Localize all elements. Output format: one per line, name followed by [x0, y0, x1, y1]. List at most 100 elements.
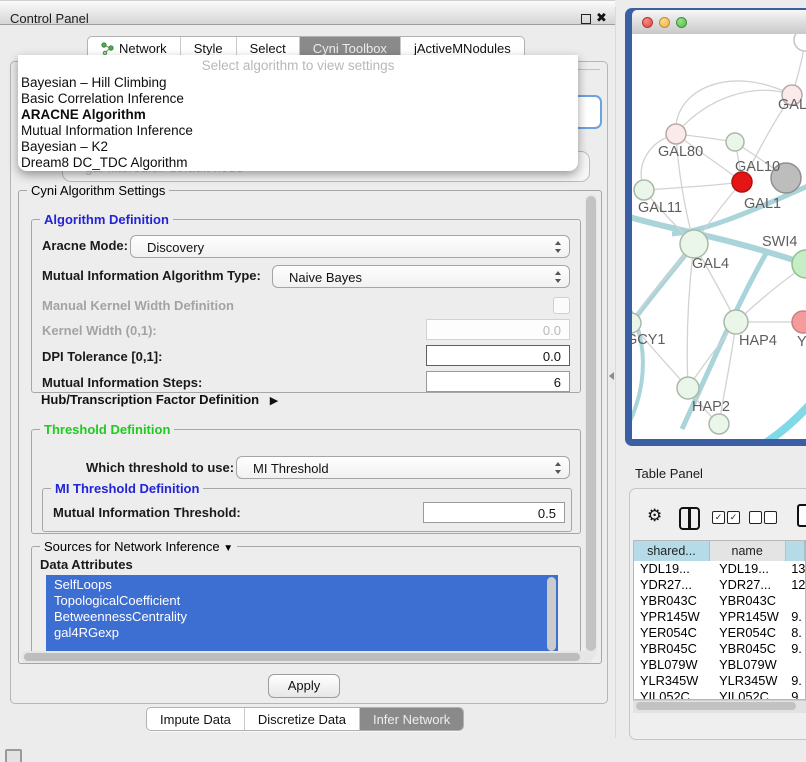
cell[interactable]: YBR043C	[711, 593, 788, 609]
mi-threshold-field[interactable]: 0.5	[423, 502, 565, 523]
network-window[interactable]: GAL80 GAL10 GAL1 GAL11 SWI4 GAL4 GCY1 HA…	[625, 8, 806, 446]
table-row[interactable]: YPR145WYPR145W9.	[634, 609, 805, 625]
cell[interactable]	[788, 657, 805, 673]
cell[interactable]: YPR145W	[711, 609, 788, 625]
attribute-item[interactable]: TopologicalCoefficient	[54, 593, 558, 609]
dpi-tolerance-label: DPI Tolerance [0,1]:	[42, 349, 162, 364]
apply-button[interactable]: Apply	[268, 674, 340, 698]
node[interactable]	[709, 414, 729, 434]
column-header-shared-name[interactable]: shared...	[634, 541, 710, 561]
dropdown-item[interactable]: Bayesian – K2	[18, 139, 578, 155]
unchecked-checkbox-icon[interactable]	[764, 511, 777, 524]
attribute-item[interactable]: gal4RGexp	[54, 625, 558, 641]
checked-checkbox-icon[interactable]: ✓	[712, 511, 725, 524]
minimize-traffic-light[interactable]	[659, 17, 670, 28]
tab-infer-network[interactable]: Infer Network	[359, 708, 463, 730]
attribute-item[interactable]: BetweennessCentrality	[54, 609, 558, 625]
mi-type-combo[interactable]: Naive Bayes	[272, 265, 570, 288]
splitter-arrow-icon[interactable]	[609, 372, 614, 380]
cell[interactable]: YDL19...	[711, 561, 788, 577]
cell[interactable]: 9.	[788, 609, 805, 625]
node-gal80[interactable]	[666, 124, 686, 144]
dpi-tolerance-field[interactable]: 0.0	[426, 345, 570, 366]
cell[interactable]: 9.	[788, 641, 805, 657]
table-row[interactable]: YDR27...YDR27...12	[634, 577, 805, 593]
dropdown-item-aracne[interactable]: ARACNE Algorithm	[18, 107, 578, 123]
column-header-partial[interactable]	[786, 541, 805, 561]
table-hscroll-thumb[interactable]	[636, 702, 796, 710]
table-row[interactable]: YDL19...YDL19...13	[634, 561, 805, 577]
table-row[interactable]: YER054CYER054C8.	[634, 625, 805, 641]
aracne-mode-combo[interactable]: Discovery	[130, 235, 570, 258]
cell[interactable]: YBR045C	[634, 641, 711, 657]
cell[interactable]: YBL079W	[711, 657, 788, 673]
table-row[interactable]: YBR045CYBR045C9.	[634, 641, 805, 657]
tab-select-label: Select	[250, 41, 286, 56]
network-window-titlebar[interactable]	[632, 10, 806, 35]
node-hap4[interactable]	[724, 310, 748, 334]
attributes-scrollbar-thumb[interactable]	[547, 577, 556, 651]
cell[interactable]: YER054C	[634, 625, 711, 641]
document-icon[interactable]	[797, 504, 806, 527]
cell[interactable]: 8.	[788, 625, 805, 641]
node-gal11[interactable]	[634, 180, 654, 200]
cell[interactable]: YBR045C	[711, 641, 788, 657]
cell[interactable]: YPR145W	[634, 609, 711, 625]
node-gal4[interactable]	[680, 230, 708, 258]
hub-expander[interactable]: Hub/Transcription Factor Definition ▶	[41, 392, 278, 407]
node-gal1[interactable]	[732, 172, 752, 192]
node-y-partial[interactable]	[792, 311, 806, 333]
tab-impute-data[interactable]: Impute Data	[147, 708, 244, 730]
minimized-panel-icon[interactable]	[5, 749, 22, 762]
close-traffic-light[interactable]	[642, 17, 653, 28]
close-icon[interactable]: ✖	[596, 10, 607, 26]
cell[interactable]: YDL19...	[634, 561, 711, 577]
algorithm-dropdown-list: Select algorithm to view settings Bayesi…	[18, 55, 578, 171]
cell[interactable]: YBR043C	[634, 593, 711, 609]
cell[interactable]: YDR27...	[711, 577, 788, 593]
cell[interactable]: YER054C	[711, 625, 788, 641]
gear-icon[interactable]: ⚙	[647, 506, 662, 526]
cell[interactable]: YBL079W	[634, 657, 711, 673]
cell[interactable]: YIL052C	[634, 689, 711, 700]
data-attributes-list[interactable]: SelfLoops TopologicalCoefficient Between…	[46, 575, 558, 655]
dropdown-item[interactable]: Dream8 DC_TDC Algorithm	[18, 155, 578, 171]
cell[interactable]	[788, 593, 805, 609]
zoom-traffic-light[interactable]	[676, 17, 687, 28]
table-row[interactable]: YBR043CYBR043C	[634, 593, 805, 609]
threshold-definition-group: Threshold Definition Which threshold to …	[31, 429, 581, 534]
mi-threshold-group: MI Threshold Definition Mutual Informati…	[42, 488, 572, 532]
table-row[interactable]: YLR345WYLR345W9.	[634, 673, 805, 689]
node-label: HAP2	[692, 399, 730, 415]
cell[interactable]: 13	[788, 561, 805, 577]
table-row[interactable]: YIL052CYIL052C9	[634, 689, 805, 700]
dropdown-item[interactable]: Basic Correlation Inference	[18, 91, 578, 107]
dropdown-item[interactable]: Bayesian – Hill Climbing	[18, 75, 578, 91]
which-threshold-combo[interactable]: MI Threshold	[236, 456, 570, 479]
cell[interactable]: 9.	[788, 673, 805, 689]
tab-style-label: Style	[194, 41, 223, 56]
tab-discretize-data[interactable]: Discretize Data	[244, 708, 359, 730]
mi-steps-field[interactable]: 6	[426, 371, 570, 392]
network-canvas[interactable]: GAL80 GAL10 GAL1 GAL11 SWI4 GAL4 GCY1 HA…	[632, 34, 806, 439]
dropdown-item[interactable]: Mutual Information Inference	[18, 123, 578, 139]
cell[interactable]: YIL052C	[711, 689, 788, 700]
node[interactable]	[726, 133, 744, 151]
node[interactable]	[794, 34, 806, 51]
cell[interactable]: YLR345W	[634, 673, 711, 689]
cell[interactable]: 9	[788, 689, 805, 700]
checked-checkbox-icon[interactable]: ✓	[727, 511, 740, 524]
settings-hscroll-thumb[interactable]	[24, 653, 580, 661]
node-hap2[interactable]	[677, 377, 699, 399]
table-row[interactable]: YBL079WYBL079W	[634, 657, 805, 673]
cell[interactable]: YDR27...	[634, 577, 711, 593]
settings-scrollbar-thumb[interactable]	[586, 196, 596, 651]
collapse-arrow-down-icon[interactable]: ▼	[223, 543, 233, 554]
cell[interactable]: YLR345W	[711, 673, 788, 689]
float-panel-icon[interactable]	[581, 14, 591, 24]
columns-icon[interactable]	[679, 507, 700, 530]
attribute-item[interactable]: SelfLoops	[54, 577, 558, 593]
column-header-name[interactable]: name	[710, 541, 786, 561]
cell[interactable]: 12	[788, 577, 805, 593]
unchecked-checkbox-icon[interactable]	[749, 511, 762, 524]
